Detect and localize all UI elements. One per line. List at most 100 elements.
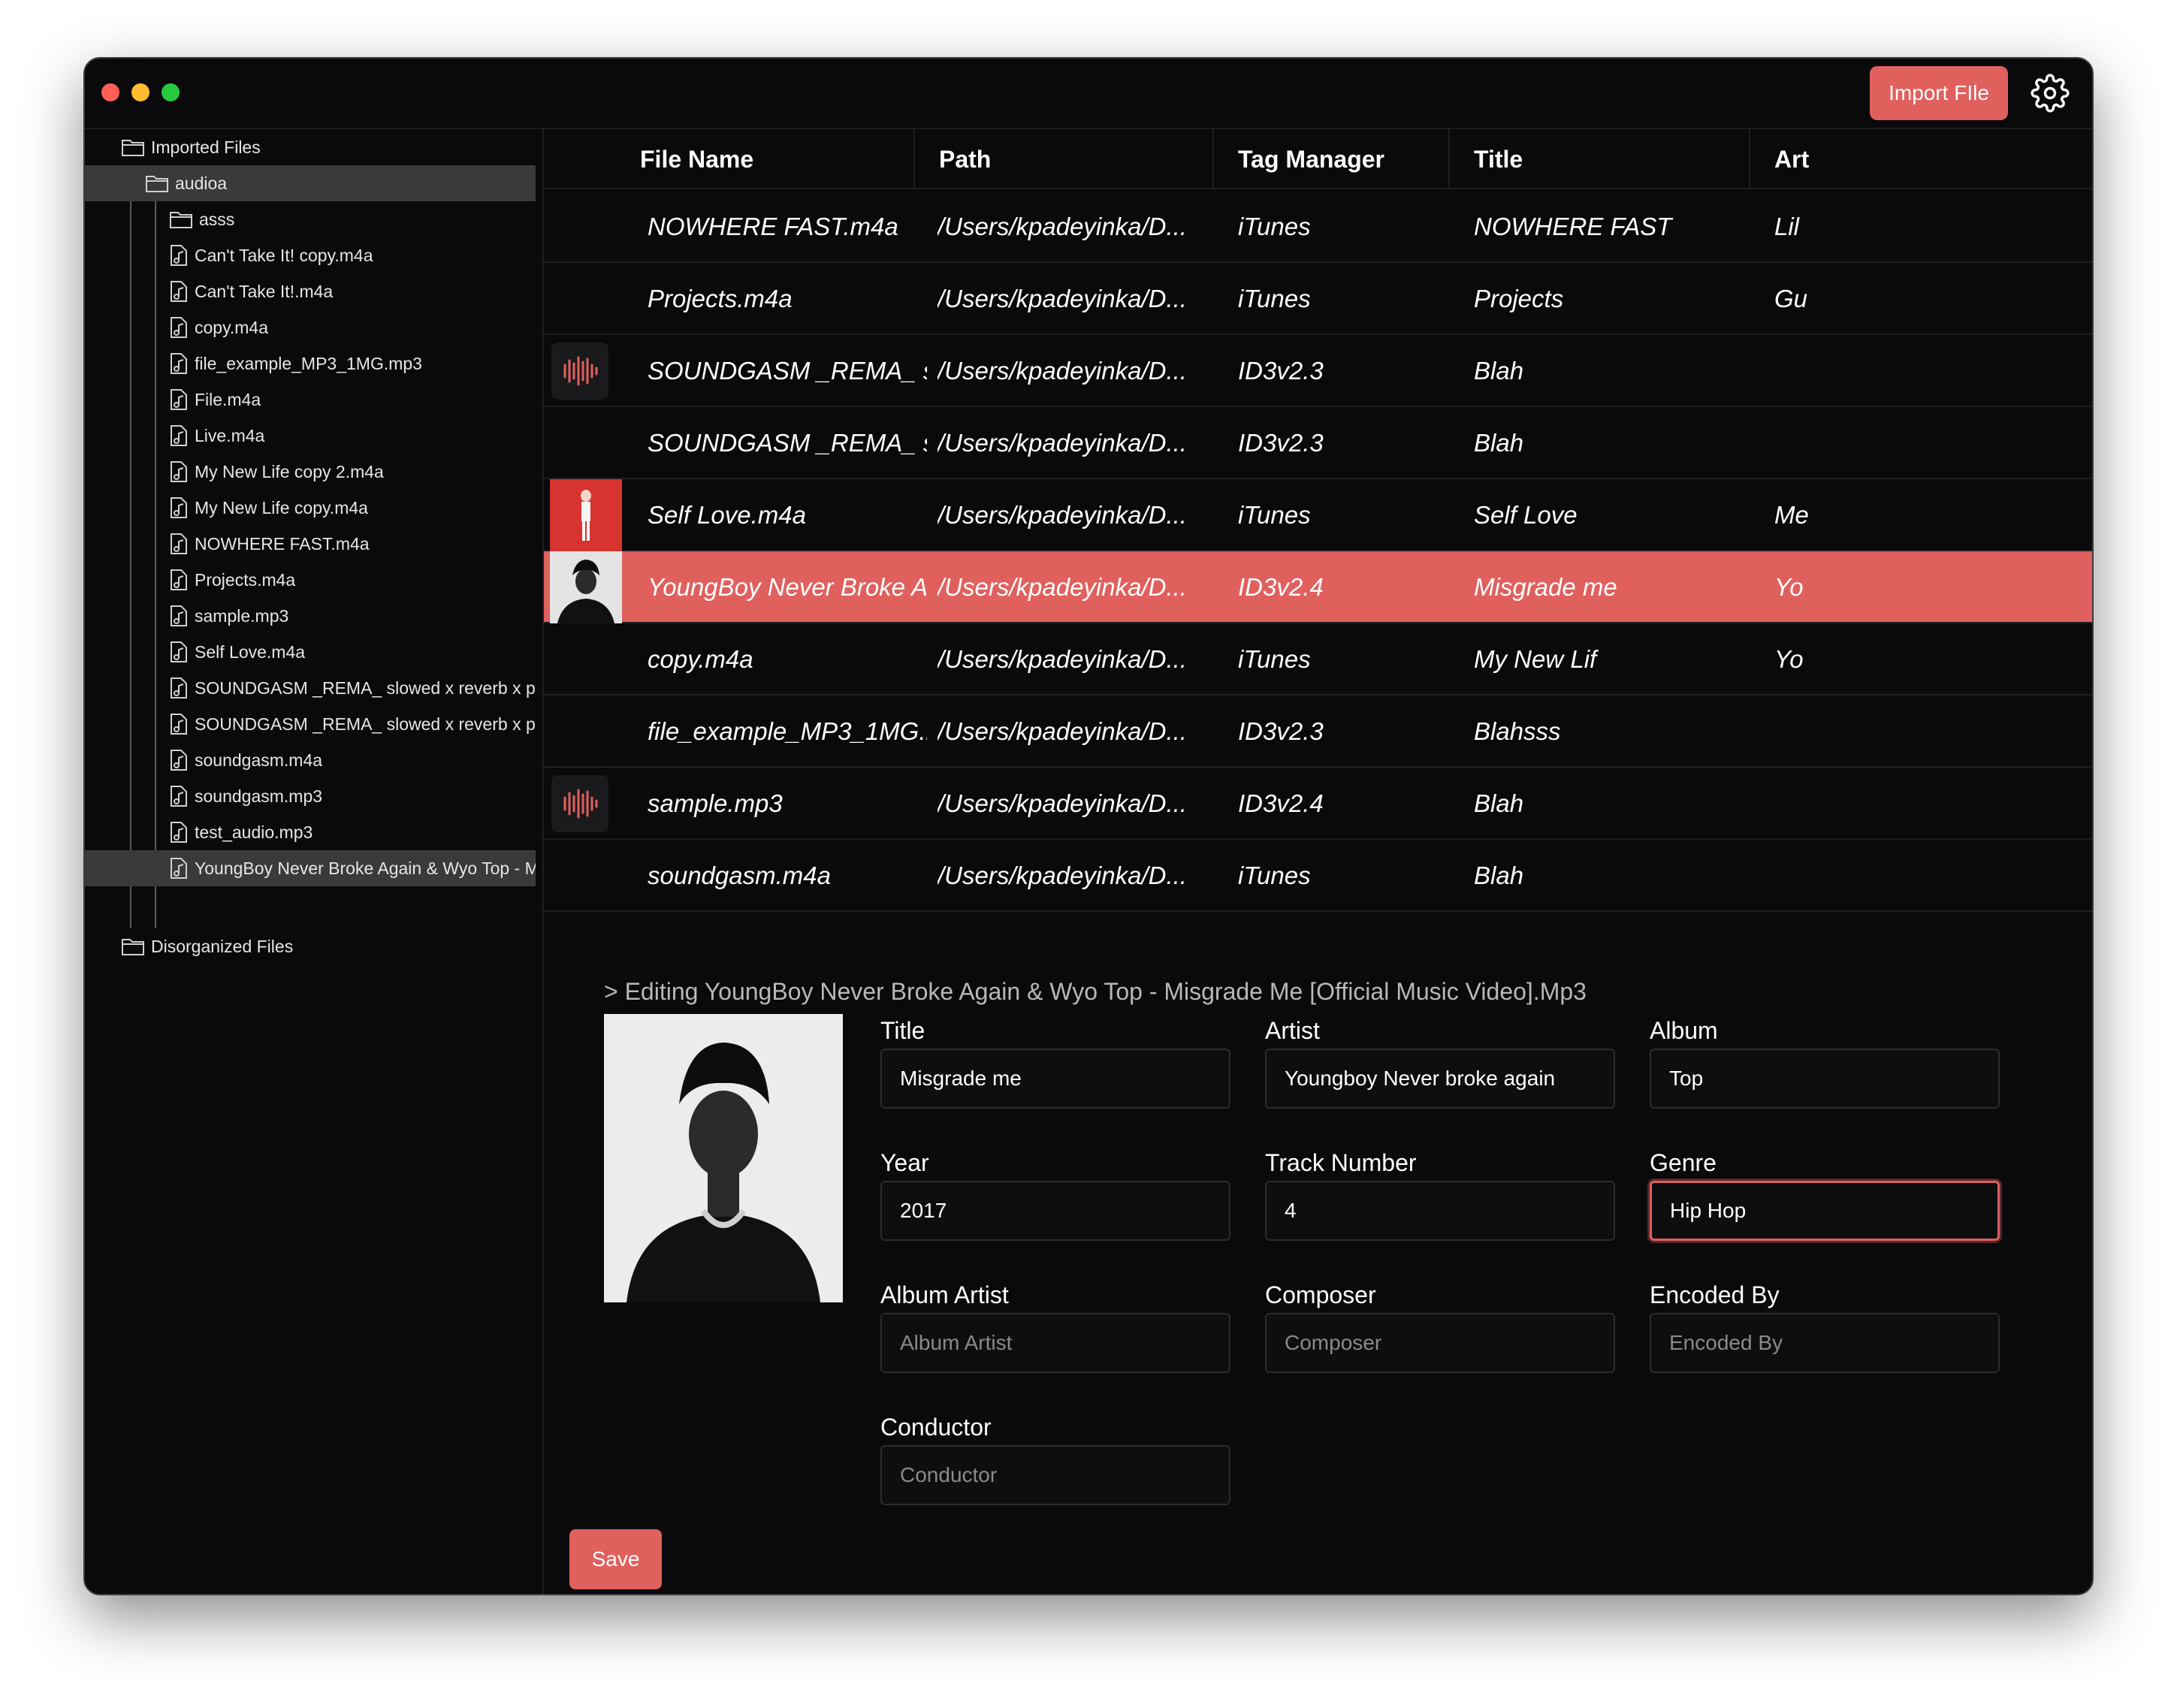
cell-tag-manager: ID3v2.3: [1238, 429, 1324, 457]
table-row[interactable]: file_example_MP3_1MG.mp3/Users/kpadeyink…: [544, 696, 2092, 768]
tree-file-item[interactable]: SOUNDGASM _REMA_ slowed x reverb x p: [85, 706, 536, 742]
table-row[interactable]: YoungBoy Never Broke Again & Wyo Top - M…: [544, 551, 2092, 623]
tree-item-label: Imported Files: [151, 137, 261, 157]
cell-tag-manager: iTunes: [1238, 285, 1311, 312]
column-header-tag-manager[interactable]: Tag Manager: [1214, 129, 1450, 189]
tree-file-item[interactable]: copy.m4a: [85, 309, 536, 346]
music-file-icon: [171, 461, 187, 482]
cell-tag-manager: ID3v2.3: [1238, 717, 1324, 745]
cell-artist: [1774, 840, 1834, 912]
tree-file-item[interactable]: test_audio.mp3: [85, 814, 536, 850]
column-header-title[interactable]: Title: [1450, 129, 1750, 189]
cell-title: Blahsss: [1474, 717, 1561, 745]
cell-title: Projects: [1474, 285, 1564, 312]
column-header-file-name[interactable]: File Name: [616, 129, 915, 189]
encoded-by-label: Encoded By: [1650, 1281, 1780, 1308]
table-row[interactable]: Self Love.m4a/Users/kpadeyinka/D... iTune…: [544, 479, 2092, 551]
tree-file-item[interactable]: NOWHERE FAST.m4a: [85, 526, 536, 562]
music-file-icon: [171, 605, 187, 626]
gear-icon[interactable]: [2031, 74, 2070, 113]
tree-file-item[interactable]: Self Love.m4a: [85, 634, 536, 670]
tree-file-item[interactable]: Can't Take It! copy.m4a: [85, 237, 536, 273]
cell-artist: Lil: [1774, 213, 1800, 240]
tree-item-label: My New Life copy 2.m4a: [195, 461, 384, 481]
tree-file-item[interactable]: YoungBoy Never Broke Again & Wyo Top - M: [85, 850, 536, 886]
tree-item-label: Can't Take It! copy.m4a: [195, 245, 373, 265]
minimize-window-button[interactable]: [131, 83, 149, 101]
composer-field[interactable]: [1265, 1313, 1615, 1373]
cell-artist: [1774, 696, 1834, 768]
editor-heading: > Editing YoungBoy Never Broke Again & W…: [604, 978, 1587, 1005]
column-header-artist[interactable]: Art: [1750, 129, 1825, 189]
table-row[interactable]: NOWHERE FAST.m4a/Users/kpadeyinka/D... iT…: [544, 191, 2092, 263]
tree-folder-asss[interactable]: asss: [85, 201, 544, 237]
table-row[interactable]: copy.m4a/Users/kpadeyinka/D... iTunes My N…: [544, 623, 2092, 696]
music-file-icon: [171, 714, 187, 735]
file-tree-sidebar: Imported Files audioa asss Can't Take It…: [85, 129, 544, 1594]
save-button[interactable]: Save: [569, 1529, 662, 1589]
table-row[interactable]: SOUNDGASM _REMA_ slowed x reverb x pitch…: [544, 335, 2092, 407]
tree-file-item[interactable]: Projects.m4a: [85, 562, 536, 598]
tree-folder-audioa[interactable]: audioa: [85, 165, 536, 201]
cell-tag-manager: iTunes: [1238, 501, 1311, 529]
table-row[interactable]: Projects.m4a/Users/kpadeyinka/D... iTunes…: [544, 263, 2092, 335]
tree-file-item[interactable]: SOUNDGASM _REMA_ slowed x reverb x p: [85, 670, 536, 706]
title-label: Title: [880, 1017, 925, 1044]
conductor-field[interactable]: [880, 1445, 1230, 1505]
tree-folder-disorganized-files[interactable]: Disorganized Files: [85, 928, 544, 964]
tree-file-item[interactable]: soundgasm.mp3: [85, 778, 536, 814]
cell-title: Misgrade me: [1474, 573, 1617, 601]
album-field[interactable]: [1650, 1049, 2000, 1109]
tree-file-item[interactable]: File.m4a: [85, 382, 536, 418]
cell-title: Blah: [1474, 789, 1524, 817]
encoded-by-field[interactable]: [1650, 1313, 2000, 1373]
tree-file-item[interactable]: soundgasm.m4a: [85, 742, 536, 778]
zoom-window-button[interactable]: [162, 83, 180, 101]
table-row[interactable]: SOUNDGASM _REMA_ slowed x reverb x pitch…: [544, 407, 2092, 479]
tree-file-item[interactable]: sample.mp3: [85, 598, 536, 634]
album-art-thumbnail: [550, 479, 622, 551]
tree-item-label: soundgasm.mp3: [195, 786, 323, 806]
album-artist-field[interactable]: [880, 1313, 1230, 1373]
tree-item-label: soundgasm.m4a: [195, 750, 323, 770]
tree-file-item[interactable]: Can't Take It!.m4a: [85, 273, 536, 309]
music-file-icon: [171, 497, 187, 518]
tree-file-item[interactable]: Live.m4a: [85, 418, 536, 454]
tree-file-item[interactable]: My New Life copy.m4a: [85, 490, 536, 526]
audio-waveform-icon: [551, 343, 608, 400]
artist-field[interactable]: [1265, 1049, 1615, 1109]
cell-tag-manager: ID3v2.4: [1238, 573, 1324, 601]
cell-title: Blah: [1474, 429, 1524, 457]
tree-file-item[interactable]: My New Life copy 2.m4a: [85, 454, 536, 490]
cell-path: /Users/kpadeyinka/D...: [938, 789, 1187, 817]
import-file-button[interactable]: Import FIle: [1870, 66, 2008, 120]
table-row[interactable]: soundgasm.m4a/Users/kpadeyinka/D... iTune…: [544, 840, 2092, 912]
folder-icon: [122, 939, 144, 955]
folder-icon: [146, 176, 168, 192]
cell-path: /Users/kpadeyinka/D...: [938, 501, 1187, 529]
music-file-icon: [171, 245, 187, 266]
cell-artist: Gu: [1774, 285, 1808, 312]
audio-waveform-icon: [551, 775, 608, 832]
music-file-icon: [171, 822, 187, 843]
music-file-icon: [171, 786, 187, 807]
track-number-field[interactable]: [1265, 1181, 1615, 1241]
cell-title: NOWHERE FAST: [1474, 213, 1672, 240]
tree-item-label: Live.m4a: [195, 425, 265, 445]
cell-path: /Users/kpadeyinka/D...: [938, 862, 1187, 889]
title-field[interactable]: [880, 1049, 1230, 1109]
cell-artist: Me: [1774, 501, 1809, 529]
close-window-button[interactable]: [101, 83, 119, 101]
year-field[interactable]: [880, 1181, 1230, 1241]
genre-field[interactable]: [1650, 1181, 2000, 1241]
album-label: Album: [1650, 1017, 1718, 1044]
cell-path: /Users/kpadeyinka/D...: [938, 573, 1187, 601]
table-row[interactable]: sample.mp3/Users/kpadeyinka/D... ID3v2.4 B…: [544, 768, 2092, 840]
cell-artist: Yo: [1774, 645, 1804, 673]
tree-item-label: YoungBoy Never Broke Again & Wyo Top - M: [195, 858, 536, 878]
album-art-image: [604, 1014, 843, 1302]
tree-folder-imported-files[interactable]: Imported Files: [85, 129, 544, 165]
music-file-icon: [171, 677, 187, 699]
column-header-path[interactable]: Path: [915, 129, 1214, 189]
tree-file-item[interactable]: file_example_MP3_1MG.mp3: [85, 346, 536, 382]
